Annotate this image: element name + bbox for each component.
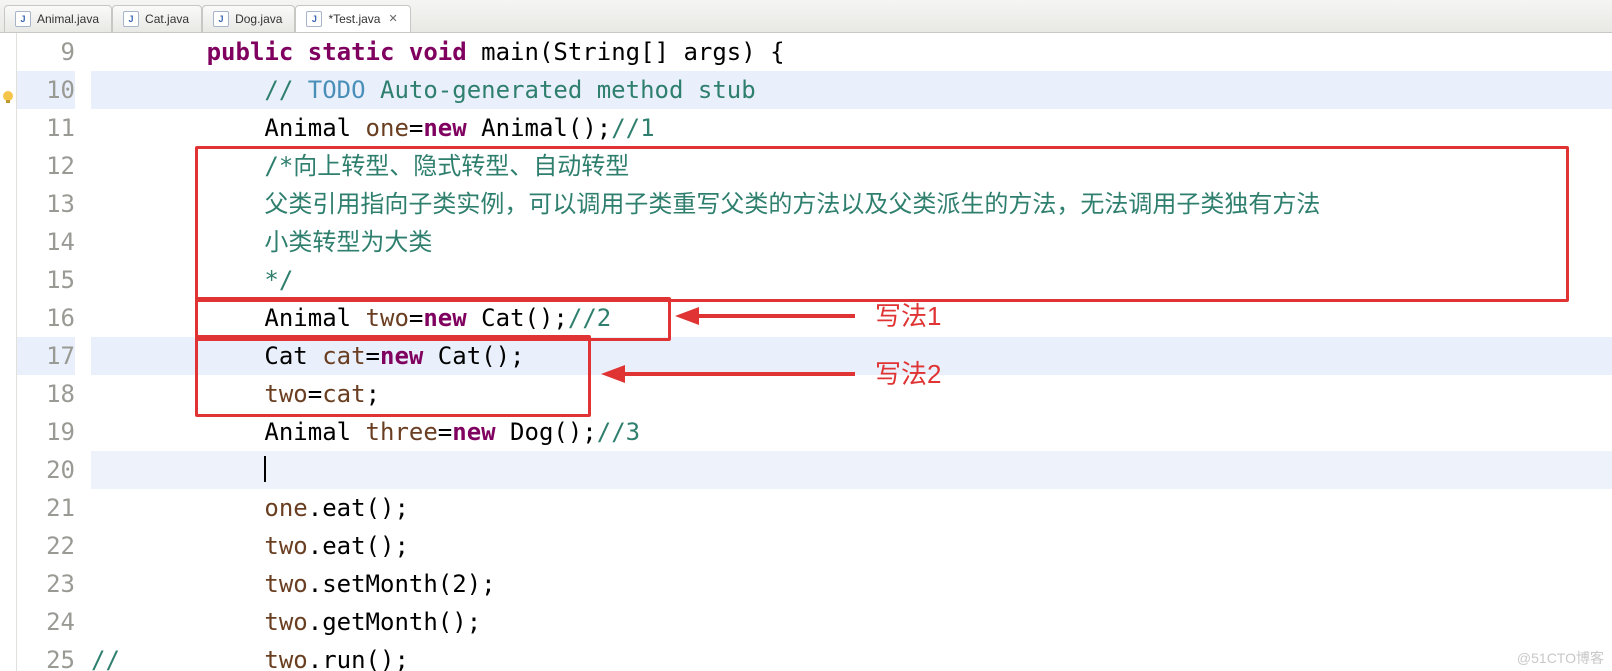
close-icon[interactable]: ✕: [386, 14, 397, 25]
line-number: 13: [17, 185, 75, 223]
code-body[interactable]: public static void main(String[] args) {…: [85, 33, 1612, 671]
line-number: 9: [17, 33, 75, 71]
code-line: Animal one=new Animal();//1: [91, 109, 1612, 147]
code-editor[interactable]: 9 10 11 12 13 14 15 16 17 18 19 20 21 22…: [0, 33, 1612, 671]
code-line: two.getMonth();: [91, 603, 1612, 641]
code-line: // two.run();: [91, 641, 1612, 671]
tab-animal[interactable]: J Animal.java: [4, 5, 112, 32]
line-number: 18: [17, 375, 75, 413]
java-file-icon: J: [123, 11, 139, 27]
line-number: 14: [17, 223, 75, 261]
line-number: 15: [17, 261, 75, 299]
code-line: /*向上转型、隐式转型、自动转型: [91, 147, 1612, 185]
tab-label: Animal.java: [37, 13, 99, 25]
ide-root: J Animal.java J Cat.java J Dog.java J *T…: [0, 0, 1612, 671]
line-number: 11: [17, 109, 75, 147]
code-line: two.setMonth(2);: [91, 565, 1612, 603]
line-number: 17: [17, 337, 75, 375]
line-number: 16: [17, 299, 75, 337]
line-number: 25: [17, 641, 75, 671]
code-line: two.eat();: [91, 527, 1612, 565]
tab-cat[interactable]: J Cat.java: [112, 5, 202, 32]
tab-label: Dog.java: [235, 13, 282, 25]
code-line: 父类引用指向子类实例，可以调用子类重写父类的方法以及父类派生的方法，无法调用子类…: [91, 185, 1612, 223]
tab-label: Cat.java: [145, 13, 189, 25]
line-number: 21: [17, 489, 75, 527]
code-line: Animal two=new Cat();//2: [91, 299, 1612, 337]
text-caret: [264, 456, 266, 482]
code-line: [91, 451, 1612, 489]
tab-bar: J Animal.java J Cat.java J Dog.java J *T…: [0, 0, 1612, 33]
line-number: 19: [17, 413, 75, 451]
line-number-gutter: 9 10 11 12 13 14 15 16 17 18 19 20 21 22…: [17, 33, 85, 671]
line-number: 22: [17, 527, 75, 565]
java-file-icon: J: [213, 11, 229, 27]
code-line: Animal three=new Dog();//3: [91, 413, 1612, 451]
line-number: 12: [17, 147, 75, 185]
java-file-icon: J: [15, 11, 31, 27]
quickfix-icon[interactable]: [0, 89, 16, 105]
code-line: public static void main(String[] args) {: [91, 33, 1612, 71]
line-number: 24: [17, 603, 75, 641]
code-line: Cat cat=new Cat();: [91, 337, 1612, 375]
tab-label: *Test.java: [328, 13, 380, 25]
line-number: 10: [17, 71, 75, 109]
line-number: 20: [17, 451, 75, 489]
tab-test[interactable]: J *Test.java ✕: [295, 5, 410, 32]
annotation-label-2: 写法2: [875, 361, 941, 387]
code-line: one.eat();: [91, 489, 1612, 527]
code-line: */: [91, 261, 1612, 299]
tab-dog[interactable]: J Dog.java: [202, 5, 295, 32]
code-line: // TODO Auto-generated method stub: [91, 71, 1612, 109]
marker-strip: [0, 33, 17, 671]
code-line: two=cat;: [91, 375, 1612, 413]
line-number: 23: [17, 565, 75, 603]
annotation-label-1: 写法1: [875, 303, 941, 329]
java-file-icon: J: [306, 11, 322, 27]
code-line: 小类转型为大类: [91, 223, 1612, 261]
